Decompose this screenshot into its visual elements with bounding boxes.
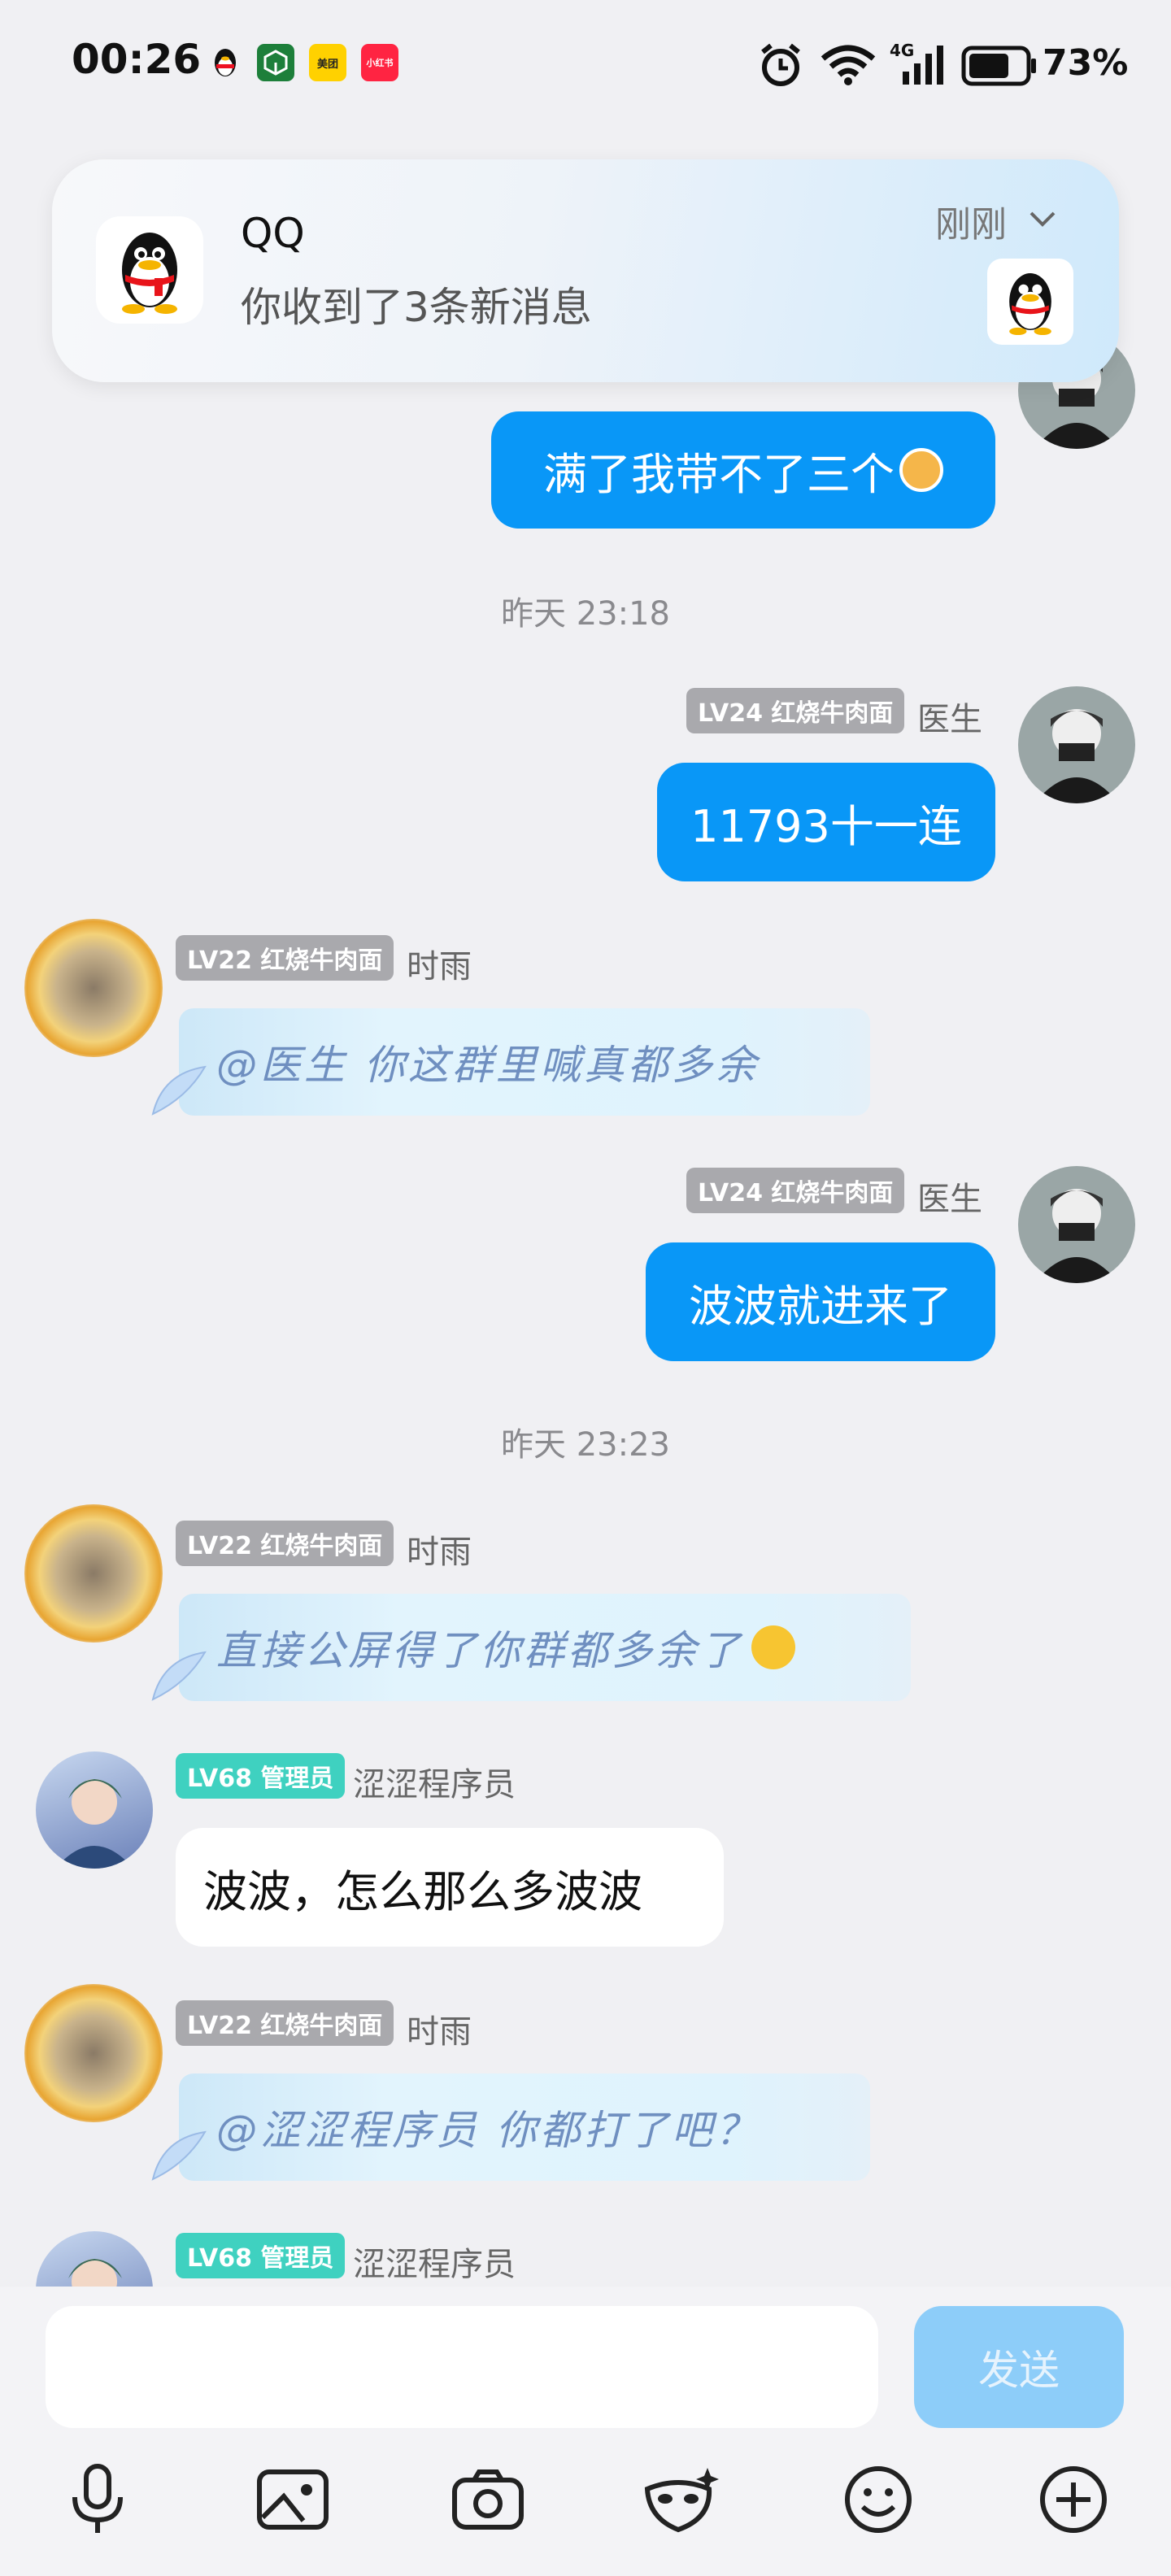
alarm-icon xyxy=(756,41,805,93)
level-badge: LV22 红烧牛肉面 xyxy=(176,2000,394,2046)
avatar-admin[interactable] xyxy=(36,1751,153,1869)
avatar-doctor[interactable] xyxy=(1018,1166,1135,1283)
sender-name: 涩涩程序员 xyxy=(353,1766,516,1804)
avatar-shiyu[interactable] xyxy=(24,1504,163,1643)
notification-time: 刚刚 xyxy=(935,204,1007,246)
feather-decoration-icon xyxy=(146,2122,211,2187)
message-input[interactable] xyxy=(46,2306,878,2428)
avatar-doctor[interactable] xyxy=(1018,686,1135,803)
notification-message: 你收到了3条新消息 xyxy=(241,284,592,331)
timestamp: 昨天 23:23 xyxy=(501,1426,670,1464)
level-badge: LV22 红烧牛肉面 xyxy=(176,1521,394,1566)
admin-badge: LV68 管理员 xyxy=(176,1753,346,1799)
admin-badge: LV68 管理员 xyxy=(176,2233,346,2278)
plus-icon[interactable] xyxy=(1033,2459,1114,2540)
qq-logo-icon xyxy=(96,216,203,324)
chevron-down-icon[interactable] xyxy=(1026,203,1059,236)
sender-name: 时雨 xyxy=(407,2013,472,2051)
xiaohongshu-notification-icon: 小红书 xyxy=(361,44,398,81)
wifi-icon xyxy=(820,42,877,89)
my-message-bubble[interactable]: 满了我带不了三个 xyxy=(491,411,995,529)
tiger-emoji-icon xyxy=(899,448,943,492)
sender-name: 医生 xyxy=(917,701,982,738)
green-app-notification-icon xyxy=(257,44,294,81)
laughing-emoji-icon xyxy=(751,1625,795,1669)
feather-decoration-icon xyxy=(146,1057,211,1122)
timestamp: 昨天 23:18 xyxy=(501,595,670,633)
sender-name: 医生 xyxy=(917,1181,982,1218)
sender-name: 时雨 xyxy=(407,948,472,986)
qq-notification-icon xyxy=(207,44,244,81)
notification-app-name: QQ xyxy=(241,210,305,257)
qq-thumbnail-icon xyxy=(987,259,1073,345)
feather-decoration-icon xyxy=(146,1643,211,1708)
themed-message-bubble[interactable]: @医生 你这群里喊真都多余 xyxy=(179,1008,870,1116)
themed-message-bubble[interactable]: 直接公屏得了你群都多余了 xyxy=(179,1594,911,1701)
notification-banner[interactable] xyxy=(52,159,1119,382)
sender-name: 涩涩程序员 xyxy=(353,2246,516,2283)
emoji-icon[interactable] xyxy=(838,2459,919,2540)
camera-icon[interactable] xyxy=(447,2459,529,2540)
battery-percent: 73% xyxy=(1043,42,1129,84)
level-badge: LV24 红烧牛肉面 xyxy=(686,1168,905,1213)
avatar-shiyu[interactable] xyxy=(24,1984,163,2122)
mask-icon[interactable] xyxy=(639,2459,720,2540)
battery-icon xyxy=(961,46,1038,89)
avatar-shiyu[interactable] xyxy=(24,919,163,1057)
my-message-bubble[interactable]: 11793十一连 xyxy=(657,763,995,881)
my-message-bubble[interactable]: 波波就进来了 xyxy=(646,1242,995,1361)
send-button[interactable]: 发送 xyxy=(914,2306,1124,2428)
sender-name: 时雨 xyxy=(407,1534,472,1571)
level-badge: LV22 红烧牛肉面 xyxy=(176,935,394,981)
meituan-notification-icon: 美团 xyxy=(309,44,346,81)
status-time: 00:26 xyxy=(72,36,202,83)
level-badge: LV24 红烧牛肉面 xyxy=(686,688,905,733)
mic-icon[interactable] xyxy=(57,2459,138,2540)
image-icon[interactable] xyxy=(252,2459,333,2540)
signal-icon xyxy=(891,44,943,89)
themed-message-bubble[interactable]: @涩涩程序员 你都打了吧？ xyxy=(179,2073,870,2181)
message-bubble[interactable]: 波波，怎么那么多波波 xyxy=(176,1828,724,1947)
